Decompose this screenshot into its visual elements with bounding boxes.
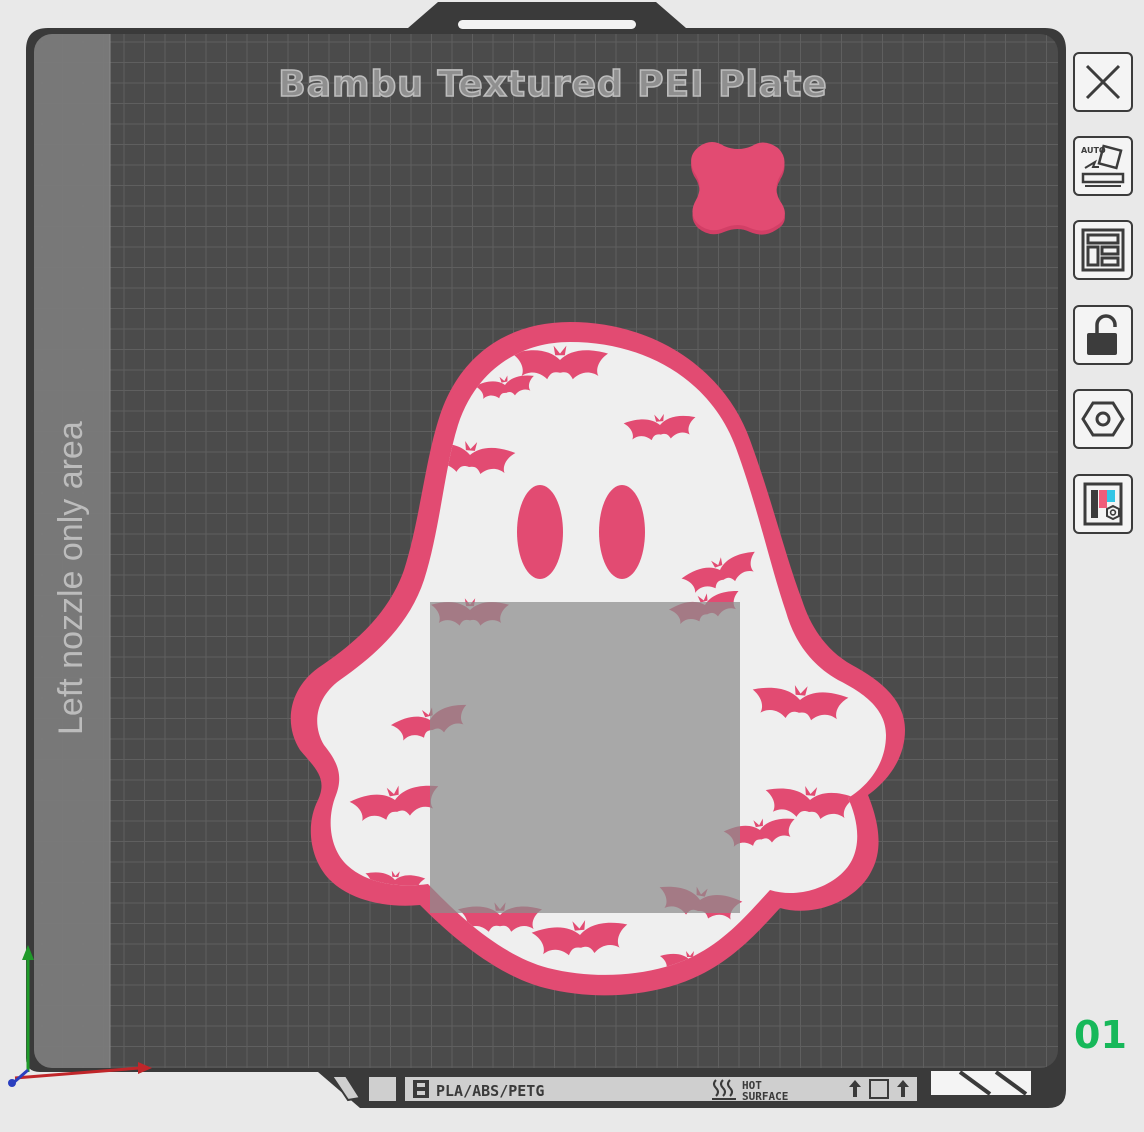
filament-settings-icon <box>1083 482 1123 526</box>
plate-title: Bambu Textured PEI Plate <box>278 64 827 105</box>
build-plate-canvas[interactable]: Left nozzle only area Bambu Textured PEI… <box>0 0 1144 1128</box>
unlock-icon <box>1087 314 1117 355</box>
filament-type-label: PLA/ABS/PETG <box>436 1082 544 1100</box>
auto-orient-icon: AUTO <box>1081 144 1125 187</box>
filament-settings-button[interactable] <box>1073 474 1133 534</box>
auto-orient-button[interactable]: AUTO <box>1073 136 1133 196</box>
ghost-right-eye <box>599 485 645 579</box>
close-icon <box>1085 64 1121 100</box>
selection-overlay <box>430 602 740 913</box>
plate-settings-button[interactable] <box>1073 389 1133 449</box>
close-button[interactable] <box>1073 52 1133 112</box>
surface-label: SURFACE <box>742 1090 788 1103</box>
build-plate-viewport[interactable]: Left nozzle only area Bambu Textured PEI… <box>0 0 1144 1128</box>
lock-button[interactable] <box>1073 305 1133 365</box>
left-nozzle-label: Left nozzle only area <box>52 421 90 735</box>
small-part-top <box>691 142 785 231</box>
arrange-button[interactable] <box>1073 220 1133 280</box>
plate-number: 01 <box>1074 1013 1127 1057</box>
arrange-icon <box>1081 228 1125 272</box>
plate-handle <box>458 20 636 29</box>
ghost-left-eye <box>517 485 563 579</box>
hex-nut-icon <box>1081 401 1125 437</box>
